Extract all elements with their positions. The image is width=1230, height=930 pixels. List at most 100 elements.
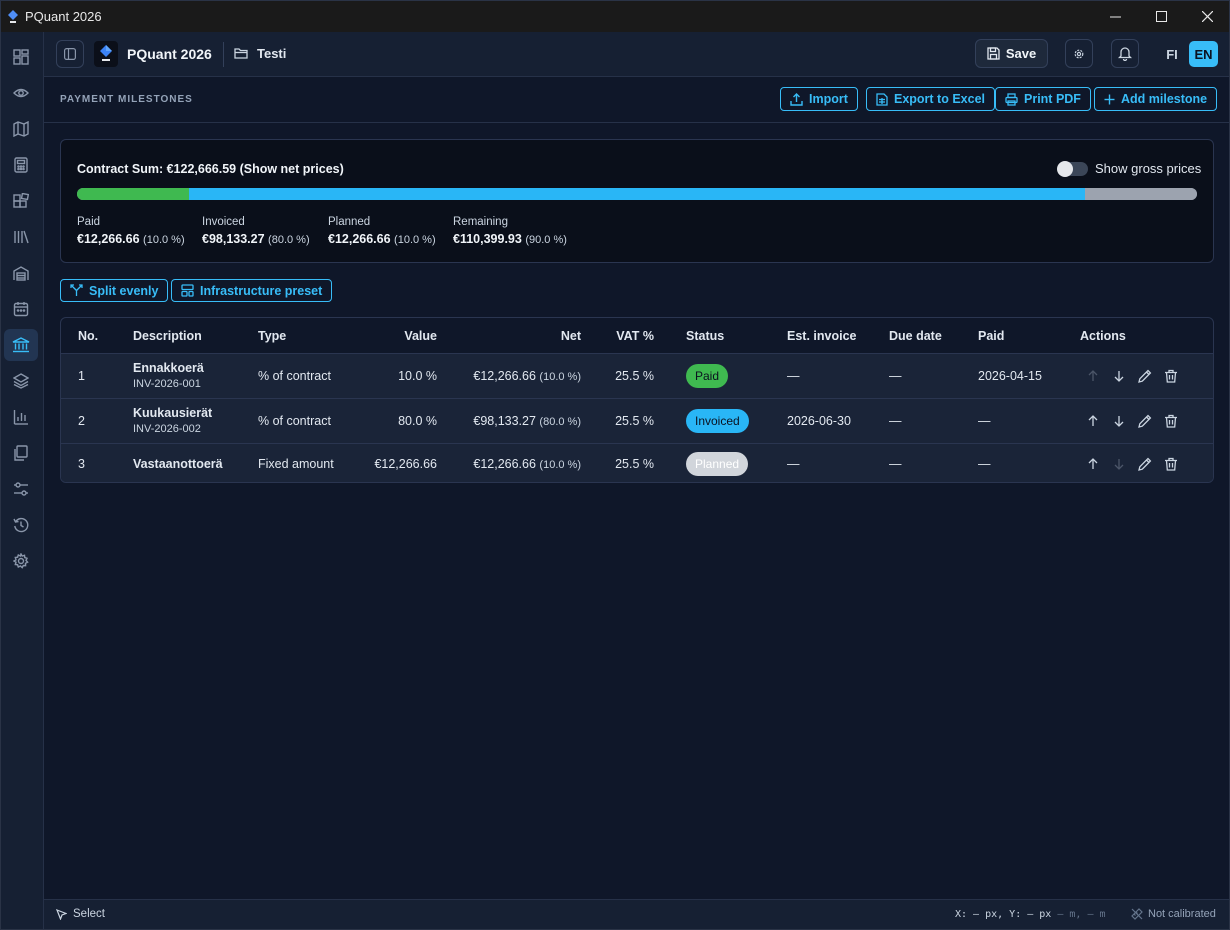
- col-vat: VAT %: [616, 329, 654, 343]
- cell-vat: 25.5 %: [615, 369, 654, 383]
- cursor-coordinates: X: — px, Y: — px — m, — m: [955, 909, 1106, 920]
- col-due-date: Due date: [889, 329, 942, 343]
- rail-warehouse[interactable]: [4, 257, 38, 289]
- trash-icon: [1165, 457, 1177, 471]
- rail-components[interactable]: [4, 185, 38, 217]
- infrastructure-preset-button[interactable]: Infrastructure preset: [171, 279, 333, 302]
- rail-view[interactable]: [4, 77, 38, 109]
- save-icon: [987, 47, 1000, 60]
- add-milestone-button[interactable]: Add milestone: [1094, 87, 1218, 111]
- progress-planned-segment: [1085, 188, 1197, 200]
- cell-est-invoice: —: [787, 457, 800, 471]
- progress-invoiced-segment: [189, 188, 1085, 200]
- rail-history[interactable]: [4, 509, 38, 541]
- gear-icon: [13, 553, 29, 569]
- export-excel-button[interactable]: Export to Excel: [866, 87, 995, 111]
- app-logo-icon: [8, 9, 18, 23]
- project-name[interactable]: Testi: [257, 46, 286, 61]
- table-row[interactable]: 2 Kuukausierät INV-2026-002 % of contract…: [61, 398, 1213, 443]
- table-row[interactable]: 3 Vastaanottoerä Fixed amount €12,266.66…: [61, 443, 1213, 482]
- rail-map[interactable]: [4, 113, 38, 145]
- toggle-knob: [1057, 161, 1073, 177]
- lang-en-button[interactable]: EN: [1189, 41, 1218, 67]
- move-down-button[interactable]: [1110, 412, 1128, 430]
- stat-remaining-value: €110,399.93 (90.0 %): [453, 232, 567, 246]
- notifications-button[interactable]: [1111, 39, 1139, 68]
- plus-icon: [1104, 94, 1115, 104]
- split-evenly-button[interactable]: Split evenly: [60, 279, 169, 302]
- cell-type: Fixed amount: [258, 457, 334, 471]
- status-badge: Paid: [686, 364, 729, 388]
- section-toolbar: PAYMENT MILESTONES Import Export to Exce…: [44, 77, 1229, 123]
- table-row[interactable]: 1 Ennakkoerä INV-2026-001 % of contract 1…: [61, 353, 1213, 398]
- rail-layers[interactable]: [4, 365, 38, 397]
- col-est-invoice: Est. invoice: [787, 329, 857, 343]
- printer-icon: [1005, 92, 1018, 106]
- import-button[interactable]: Import: [780, 87, 858, 111]
- cell-net: €12,266.66 (10.0 %): [473, 369, 581, 383]
- move-down-button[interactable]: [1110, 455, 1128, 473]
- header-divider: [223, 42, 224, 67]
- sidebar-toggle-button[interactable]: [56, 40, 84, 68]
- grid-icon: [13, 49, 29, 65]
- stat-paid-value: €12,266.66 (10.0 %): [77, 232, 185, 246]
- table-header: No. Description Type Value Net VAT % Sta…: [61, 318, 1213, 354]
- rail-settings-sliders[interactable]: [4, 473, 38, 505]
- cell-value: €12,266.66: [374, 457, 437, 471]
- rail-payments[interactable]: [4, 329, 38, 361]
- rail-reports[interactable]: [4, 401, 38, 433]
- stat-planned-value: €12,266.66 (10.0 %): [328, 232, 436, 246]
- cell-description: Vastaanottoerä: [133, 457, 223, 471]
- save-button[interactable]: Save: [975, 39, 1048, 68]
- arrow-down-icon: [1114, 371, 1124, 382]
- cell-est-invoice: 2026-06-30: [787, 414, 851, 428]
- edit-button[interactable]: [1136, 367, 1154, 385]
- ruler-off-icon: [1131, 908, 1143, 920]
- stat-invoiced: Invoiced €98,133.27 (80.0 %): [202, 216, 310, 246]
- folder-icon: [234, 48, 248, 59]
- rail-documents[interactable]: [4, 437, 38, 469]
- move-up-button[interactable]: [1084, 367, 1102, 385]
- col-type: Type: [258, 329, 287, 343]
- arrow-down-icon: [1114, 416, 1124, 427]
- files-icon: [14, 445, 28, 461]
- maximize-button[interactable]: [1138, 1, 1184, 32]
- lang-fi-button[interactable]: FI: [1162, 41, 1182, 67]
- move-up-button[interactable]: [1084, 412, 1102, 430]
- stat-remaining: Remaining €110,399.93 (90.0 %): [453, 216, 567, 246]
- cell-vat: 25.5 %: [615, 457, 654, 471]
- delete-button[interactable]: [1162, 367, 1180, 385]
- calculator-icon: [14, 157, 28, 173]
- arrow-down-icon: [1114, 459, 1124, 470]
- stat-planned-label: Planned: [328, 216, 371, 228]
- cell-est-invoice: —: [787, 369, 800, 383]
- gross-prices-toggle[interactable]: [1057, 161, 1088, 177]
- cell-vat: 25.5 %: [615, 414, 654, 428]
- edit-button[interactable]: [1136, 455, 1154, 473]
- close-button[interactable]: [1184, 1, 1230, 32]
- rail-dashboard[interactable]: [4, 41, 38, 73]
- minimize-button[interactable]: [1092, 1, 1138, 32]
- col-paid: Paid: [978, 329, 1005, 343]
- delete-button[interactable]: [1162, 455, 1180, 473]
- export-excel-label: Export to Excel: [894, 92, 985, 106]
- rail-schedule[interactable]: [4, 293, 38, 325]
- stat-invoiced-label: Invoiced: [202, 216, 245, 228]
- move-up-button[interactable]: [1084, 455, 1102, 473]
- edit-button[interactable]: [1136, 412, 1154, 430]
- cell-no: 1: [78, 369, 85, 383]
- settings-button[interactable]: [1065, 39, 1093, 68]
- delete-button[interactable]: [1162, 412, 1180, 430]
- map-icon: [13, 121, 29, 137]
- rail-library[interactable]: [4, 221, 38, 253]
- rail-settings[interactable]: [4, 545, 38, 577]
- print-pdf-button[interactable]: Print PDF: [995, 87, 1091, 111]
- move-down-button[interactable]: [1110, 367, 1128, 385]
- cell-no: 2: [78, 414, 85, 428]
- rail-calculator[interactable]: [4, 149, 38, 181]
- col-actions: Actions: [1080, 329, 1126, 343]
- eye-icon: [13, 88, 29, 98]
- col-no: No.: [78, 329, 99, 343]
- cell-paid-date: —: [978, 457, 991, 471]
- add-milestone-label: Add milestone: [1121, 92, 1208, 106]
